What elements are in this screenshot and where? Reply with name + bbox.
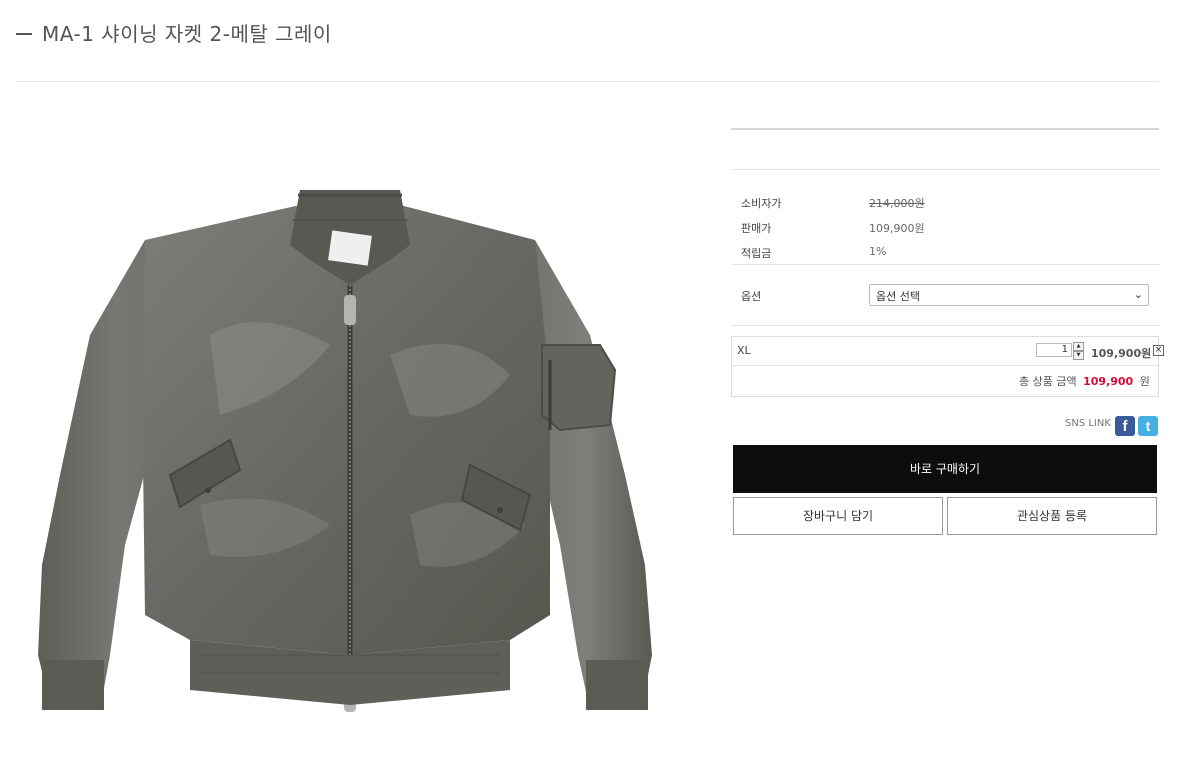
- product-title: MA-1 샤이닝 자켓 2-메탈 그레이: [16, 18, 332, 47]
- selected-item-separator: [732, 365, 1158, 366]
- selected-item-name: XL: [737, 344, 751, 357]
- twitter-icon[interactable]: t: [1138, 416, 1158, 436]
- total-price-label: 총 상품 금액: [1019, 375, 1077, 388]
- info-divider: [731, 169, 1159, 170]
- title-dash: [16, 32, 32, 35]
- product-image[interactable]: [30, 185, 670, 745]
- option-select[interactable]: 옵션 선택 ⌄: [869, 284, 1149, 306]
- title-divider: [16, 81, 1159, 82]
- points-value: 1%: [869, 245, 887, 258]
- product-title-text: MA-1 샤이닝 자켓 2-메탈 그레이: [42, 22, 332, 46]
- consumer-price-label: 소비자가: [741, 197, 782, 210]
- option-label: 옵션: [741, 290, 762, 303]
- add-to-cart-button[interactable]: 장바구니 담기: [733, 497, 943, 535]
- sale-price-value: 109,900원: [869, 222, 925, 235]
- quantity-down-icon[interactable]: ▼: [1073, 351, 1084, 360]
- points-label: 적립금: [741, 247, 772, 260]
- sns-label: SNS LINK: [1065, 418, 1111, 429]
- total-price-amount: 109,900: [1083, 375, 1134, 388]
- total-price-row: 총 상품 금액 109,900 원: [1019, 373, 1150, 389]
- total-price-unit: 원: [1139, 375, 1150, 388]
- selected-item-price: 109,900원: [1091, 347, 1152, 360]
- quantity-stepper[interactable]: ▲ ▼: [1073, 342, 1084, 360]
- chevron-down-icon: ⌄: [1133, 288, 1143, 301]
- buy-now-button[interactable]: 바로 구매하기: [733, 445, 1157, 493]
- facebook-icon[interactable]: f: [1115, 416, 1135, 436]
- consumer-price-value: 214,000원: [869, 197, 925, 210]
- info-divider: [731, 325, 1159, 326]
- wishlist-button[interactable]: 관심상품 등록: [947, 497, 1157, 535]
- info-divider: [731, 264, 1159, 265]
- sale-price-label: 판매가: [741, 222, 772, 235]
- remove-item-button[interactable]: ×: [1153, 345, 1164, 356]
- info-top-rule: [731, 128, 1159, 130]
- quantity-up-icon[interactable]: ▲: [1073, 342, 1084, 351]
- option-select-value: 옵션 선택: [876, 290, 920, 303]
- quantity-input[interactable]: 1: [1036, 343, 1072, 357]
